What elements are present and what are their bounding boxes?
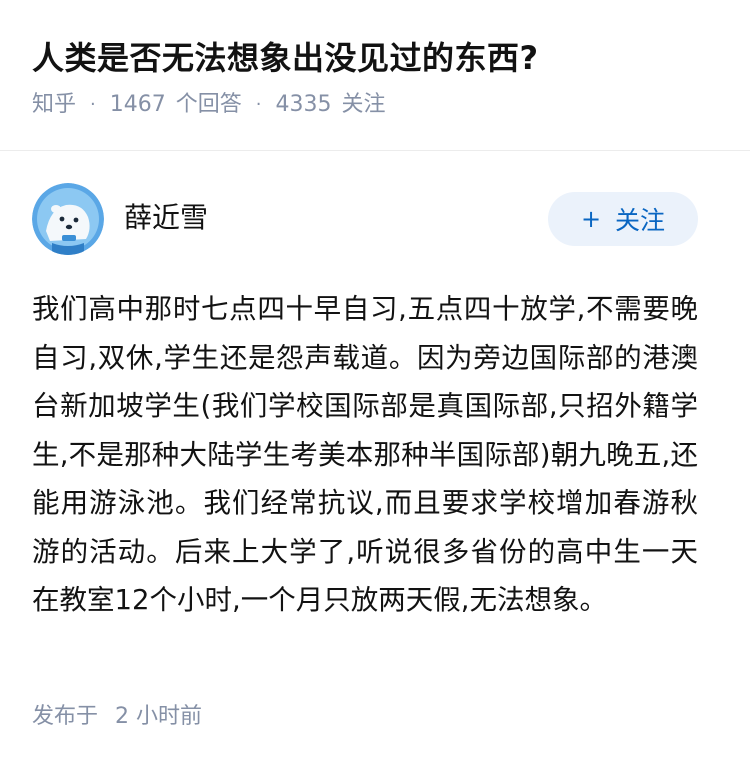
question-header: 人类是否无法想象出没见过的东西? 知乎 · 1467 个回答 · 4335 关注 [0, 0, 750, 117]
answer-count: 1467 [109, 92, 166, 117]
question-title[interactable]: 人类是否无法想象出没见过的东西? [32, 36, 718, 80]
follower-count-label[interactable]: 关注 [342, 90, 386, 120]
answer-content: 我们高中那时七点四十早自习,五点四十放学,不需要晚自习,双休,学生还是怨声载道。… [32, 293, 698, 616]
answer-count-label[interactable]: 个回答 [176, 90, 242, 120]
author-avatar[interactable] [32, 183, 104, 255]
author-row: 薛近雪 + 关注 [32, 183, 698, 255]
author-name[interactable]: 薛近雪 [124, 200, 208, 236]
meta-separator: · [90, 94, 96, 115]
follower-count: 4335 [275, 92, 332, 117]
meta-separator: · [255, 94, 262, 115]
published-time: 发布于 2 小时前 [32, 702, 202, 732]
follow-button[interactable]: + 关注 [548, 192, 698, 246]
header-divider [0, 150, 750, 151]
polar-bear-avatar-icon [32, 183, 104, 255]
source-label[interactable]: 知乎 [32, 90, 76, 120]
question-meta: 知乎 · 1467 个回答 · 4335 关注 [32, 90, 718, 120]
plus-icon: + [580, 205, 602, 233]
follow-button-label: 关注 [615, 206, 666, 235]
published-label: 发布于 [32, 704, 99, 729]
published-time-value: 2 小时前 [115, 704, 203, 729]
